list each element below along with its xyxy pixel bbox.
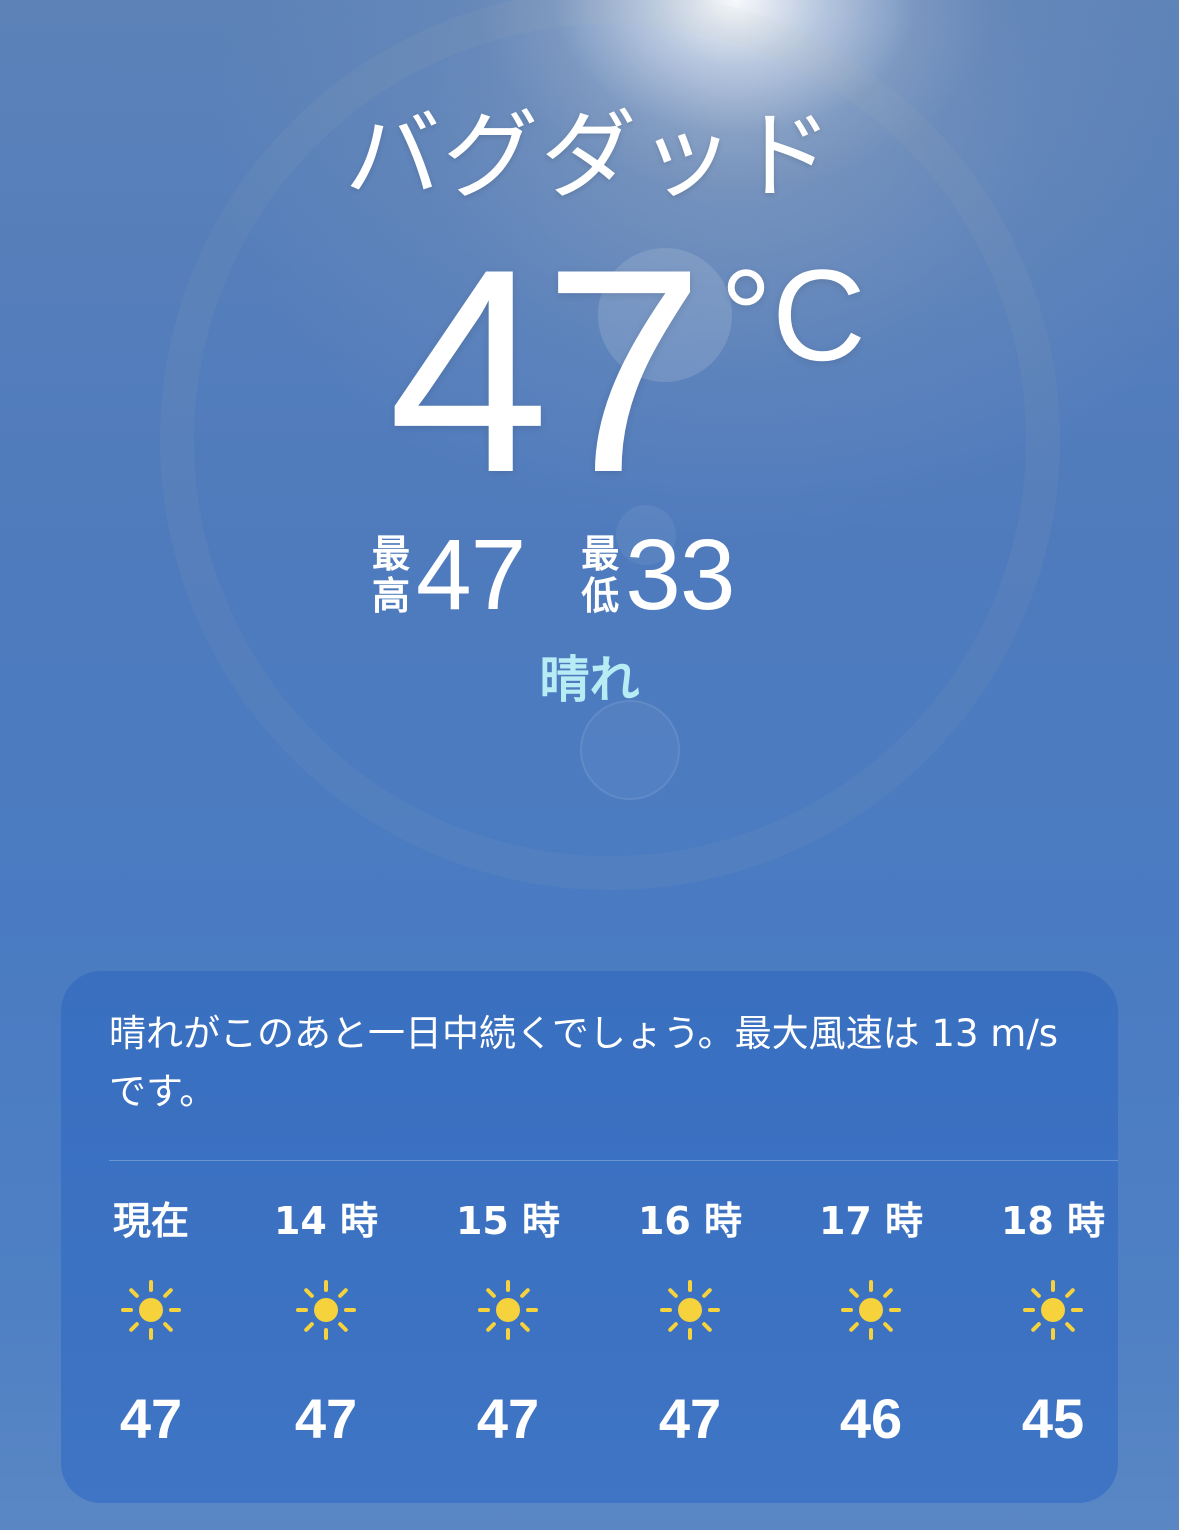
hour-label: 18 時 bbox=[1000, 1199, 1106, 1243]
hour-label: 現在 bbox=[112, 1199, 189, 1243]
low-temperature: 33 bbox=[625, 519, 735, 631]
hourly-item: 14 時 47 bbox=[241, 1191, 411, 1481]
hour-temperature: 47 bbox=[119, 1387, 183, 1450]
hour-label: 15 時 bbox=[455, 1199, 561, 1243]
city-name: バグダッド bbox=[344, 100, 835, 212]
high-low-row: 最 高 47 最 低 33 bbox=[372, 519, 736, 631]
hour-temperature: 47 bbox=[658, 1387, 722, 1450]
high-temperature: 47 bbox=[416, 519, 526, 631]
forecast-summary: 晴れがこのあと一日中続くでしょう。最大風速は 13 m/s です。 bbox=[109, 1012, 1059, 1113]
current-temperature: 47 bbox=[388, 209, 705, 533]
sun-icon bbox=[660, 1280, 720, 1340]
hourly-item: 18 時 45 bbox=[968, 1191, 1118, 1481]
sun-icon bbox=[1023, 1280, 1083, 1340]
divider bbox=[109, 1160, 1118, 1161]
high-label-char-2: 高 bbox=[372, 574, 411, 618]
hour-temperature: 45 bbox=[1021, 1387, 1085, 1450]
sun-icon bbox=[841, 1280, 901, 1340]
sun-icon bbox=[478, 1280, 538, 1340]
hourly-item: 16 時 47 bbox=[605, 1191, 775, 1481]
high-label-char-1: 最 bbox=[372, 532, 411, 576]
lens-flare bbox=[580, 700, 680, 800]
temperature-unit: °C bbox=[720, 242, 866, 388]
hourly-item: 17 時 46 bbox=[786, 1191, 956, 1481]
hour-temperature: 47 bbox=[476, 1387, 540, 1450]
low-label-char-2: 低 bbox=[581, 574, 620, 618]
weather-condition: 晴れ bbox=[539, 651, 640, 709]
hour-label: 14 時 bbox=[273, 1199, 379, 1243]
hourly-forecast-card[interactable]: 晴れがこのあと一日中続くでしょう。最大風速は 13 m/s です。 現在 47 … bbox=[61, 971, 1118, 1503]
hourly-item: 現在 47 bbox=[66, 1191, 236, 1481]
hourly-item: 15 時 47 bbox=[423, 1191, 593, 1481]
hour-temperature: 47 bbox=[294, 1387, 358, 1450]
low-label-char-1: 最 bbox=[581, 532, 620, 576]
hour-temperature: 46 bbox=[839, 1387, 903, 1450]
hour-label: 16 時 bbox=[637, 1199, 743, 1243]
high-label: 最 高 bbox=[372, 533, 410, 617]
sun-icon bbox=[121, 1280, 181, 1340]
sun-icon bbox=[296, 1280, 356, 1340]
low-label: 最 低 bbox=[581, 533, 619, 617]
hour-label: 17 時 bbox=[818, 1199, 924, 1243]
